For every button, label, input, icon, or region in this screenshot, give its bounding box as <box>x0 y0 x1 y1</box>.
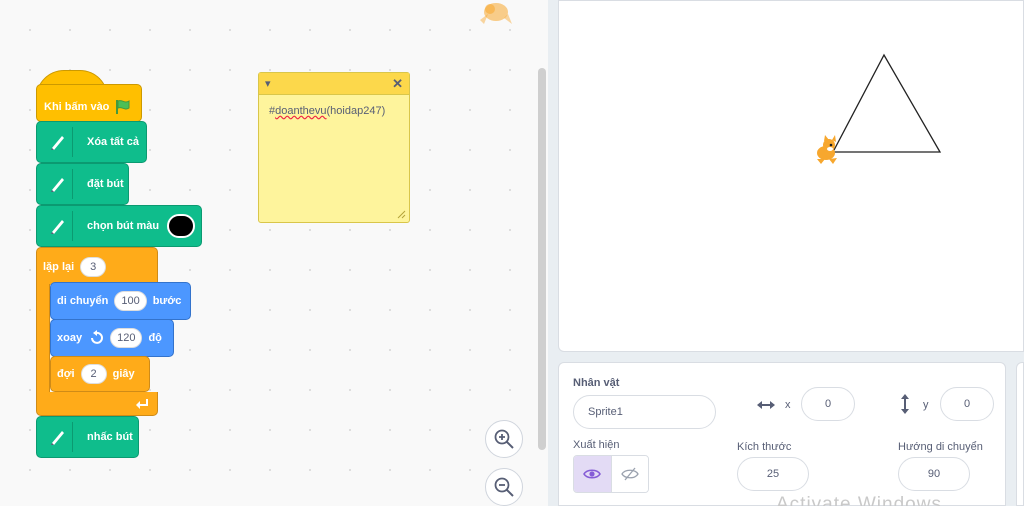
pen-down-block[interactable]: đặt bút <box>36 163 129 205</box>
code-area[interactable]: Khi bấm vào Xóa tất cả đặt bút chọn bút … <box>0 0 548 506</box>
code-area-scrollbar[interactable] <box>538 68 546 450</box>
turn-unit-label: độ <box>148 332 162 344</box>
set-pen-color-block[interactable]: chọn bút màu <box>36 205 202 247</box>
repeat-count-input[interactable]: 3 <box>80 256 107 277</box>
sprite-label: Nhân vật <box>573 377 620 389</box>
when-flag-clicked-block[interactable]: Khi bấm vào <box>36 84 142 122</box>
horizontal-arrow-icon <box>757 401 775 409</box>
pen-up-block[interactable]: nhấc bút <box>36 416 139 458</box>
show-button[interactable] <box>574 456 612 492</box>
direction-label: Hướng di chuyển <box>898 441 983 453</box>
repeat-block-arm <box>36 284 50 394</box>
sprite-info-panel: Nhân vật Sprite1 x 0 y 0 Xuất hiện Kích … <box>558 362 1006 506</box>
y-label: y <box>923 399 929 411</box>
zoom-in-button[interactable] <box>485 420 523 458</box>
move-steps-block[interactable]: di chuyển 100 bước <box>50 282 191 320</box>
wait-block[interactable]: đợi 2 giây <box>50 356 150 392</box>
turn-degrees-input[interactable]: 120 <box>110 328 143 348</box>
move-steps-input[interactable]: 100 <box>114 291 147 311</box>
wait-unit-label: giây <box>112 368 135 380</box>
set-pen-color-label: chọn bút màu <box>87 220 160 232</box>
move-unit-label: bước <box>152 295 182 307</box>
note-text-underlined: doanthevu <box>275 105 327 117</box>
zoom-in-icon <box>494 429 514 449</box>
pen-color-swatch[interactable] <box>167 214 196 238</box>
resize-handle-icon[interactable] <box>396 209 406 219</box>
activate-windows-watermark: Activate Windows <box>776 494 942 506</box>
wait-label: đợi <box>57 368 75 380</box>
pen-clear-label: Xóa tất cả <box>87 136 139 148</box>
zoom-out-icon <box>494 477 514 497</box>
repeat-label: lặp lại <box>43 260 75 273</box>
note-text[interactable]: #doanthevu(hoidap247) <box>259 95 409 127</box>
size-input[interactable]: 25 <box>737 457 809 491</box>
x-label: x <box>785 399 791 411</box>
turn-label: xoay <box>57 332 83 344</box>
show-label: Xuất hiện <box>573 439 620 451</box>
pen-icon <box>43 169 73 199</box>
direction-input[interactable]: 90 <box>898 457 970 491</box>
stage[interactable] <box>558 0 1024 352</box>
pen-icon <box>43 422 73 452</box>
size-label: Kích thước <box>737 441 792 453</box>
pen-icon <box>43 127 73 157</box>
pen-clear-block[interactable]: Xóa tất cả <box>36 121 147 163</box>
repeat-block[interactable]: lặp lại 3 <box>36 247 158 285</box>
x-position-input[interactable]: 0 <box>801 387 855 421</box>
repeat-block-foot <box>36 392 158 416</box>
caret-down-icon[interactable]: ▾ <box>265 77 271 90</box>
close-icon[interactable]: ✕ <box>392 76 403 92</box>
hide-button[interactable] <box>611 456 648 492</box>
loop-arrow-icon <box>136 398 148 409</box>
comment-note[interactable]: ▾ ✕ #doanthevu(hoidap247) <box>258 72 410 223</box>
green-flag-icon <box>116 100 130 114</box>
sprite-name-input[interactable]: Sprite1 <box>573 395 716 429</box>
y-position-input[interactable]: 0 <box>940 387 994 421</box>
eye-slash-icon <box>620 467 639 481</box>
pen-up-label: nhấc bút <box>87 431 133 443</box>
visibility-toggle <box>573 455 649 493</box>
eye-icon <box>583 469 602 479</box>
turn-left-block[interactable]: xoay 120 độ <box>50 319 174 357</box>
wait-seconds-input[interactable]: 2 <box>80 364 107 384</box>
zoom-out-button[interactable] <box>485 468 523 506</box>
drawn-triangle <box>831 53 942 153</box>
sprite-thumbnail-icon <box>480 3 512 24</box>
note-header[interactable]: ▾ ✕ <box>259 73 409 95</box>
pen-icon <box>43 211 73 241</box>
pen-down-label: đặt bút <box>87 178 124 190</box>
vertical-arrow-icon <box>901 394 909 414</box>
stage-canvas <box>817 53 942 164</box>
rotate-left-icon <box>91 330 104 344</box>
event-label: Khi bấm vào <box>44 101 110 113</box>
stage-target-panel-edge <box>1016 362 1024 506</box>
note-text-suffix: (hoidap247) <box>326 105 386 117</box>
move-label: di chuyển <box>57 295 109 307</box>
